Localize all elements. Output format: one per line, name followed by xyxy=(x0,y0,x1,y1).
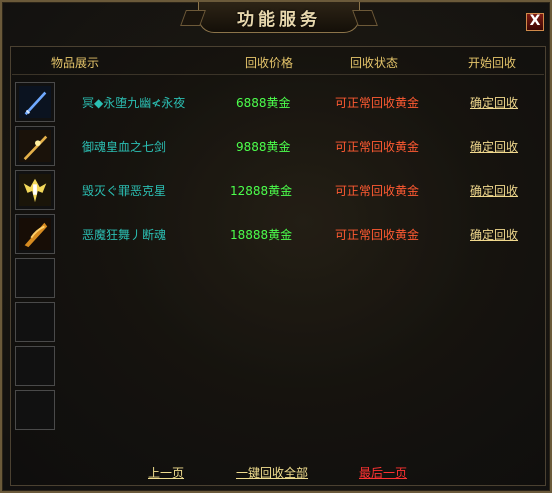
item-slot[interactable] xyxy=(15,170,55,210)
item-slot[interactable] xyxy=(15,214,55,254)
item-name: 恶魔狂舞丿断魂 xyxy=(82,228,167,242)
recycle-window: 功能服务 X 物品展示 回收价格 回收状态 开始回收 冥◆永堕九幽≮永夜 688… xyxy=(0,0,552,493)
last-page-link[interactable]: 最后一页 xyxy=(359,464,407,481)
confirm-recycle-link[interactable]: 确定回收 xyxy=(470,226,518,243)
column-display: 物品展示 xyxy=(51,56,100,70)
item-price: 18888黄金 xyxy=(230,228,293,242)
previous-page-link[interactable]: 上一页 xyxy=(148,464,184,481)
table-header: 物品展示 回收价格 回收状态 开始回收 xyxy=(2,49,552,73)
item-name: 御魂皇血之七剑 xyxy=(82,140,167,154)
column-start: 开始回收 xyxy=(468,56,517,70)
recycle-all-link[interactable]: 一键回收全部 xyxy=(236,464,308,481)
blue-sword-icon xyxy=(19,86,51,118)
confirm-recycle-link[interactable]: 确定回收 xyxy=(470,182,518,199)
item-status: 可正常回收黄金 xyxy=(335,96,420,110)
item-slot[interactable] xyxy=(15,126,55,166)
item-status: 可正常回收黄金 xyxy=(335,228,420,242)
confirm-recycle-link[interactable]: 确定回收 xyxy=(470,138,518,155)
item-price: 12888黄金 xyxy=(230,184,293,198)
empty-item-slot[interactable] xyxy=(15,390,55,430)
flame-blade-icon xyxy=(19,218,51,250)
item-price: 9888黄金 xyxy=(236,140,291,154)
column-status: 回收状态 xyxy=(350,56,399,70)
item-status: 可正常回收黄金 xyxy=(335,140,420,154)
item-name: 毁灭ぐ罪恶克星 xyxy=(82,184,167,198)
header-divider xyxy=(12,74,544,75)
empty-item-slot[interactable] xyxy=(15,258,55,298)
close-button[interactable]: X xyxy=(526,13,544,31)
empty-item-slot[interactable] xyxy=(15,302,55,342)
item-status: 可正常回收黄金 xyxy=(335,184,420,198)
item-slot[interactable] xyxy=(15,82,55,122)
empty-item-slot[interactable] xyxy=(15,346,55,386)
column-price: 回收价格 xyxy=(245,56,294,70)
content-panel xyxy=(10,46,546,486)
item-name: 冥◆永堕九幽≮永夜 xyxy=(82,96,186,110)
item-price: 6888黄金 xyxy=(236,96,291,110)
confirm-recycle-link[interactable]: 确定回收 xyxy=(470,94,518,111)
window-title: 功能服务 xyxy=(198,2,360,33)
winged-armor-icon xyxy=(19,174,51,206)
gold-sword-icon xyxy=(19,130,51,162)
